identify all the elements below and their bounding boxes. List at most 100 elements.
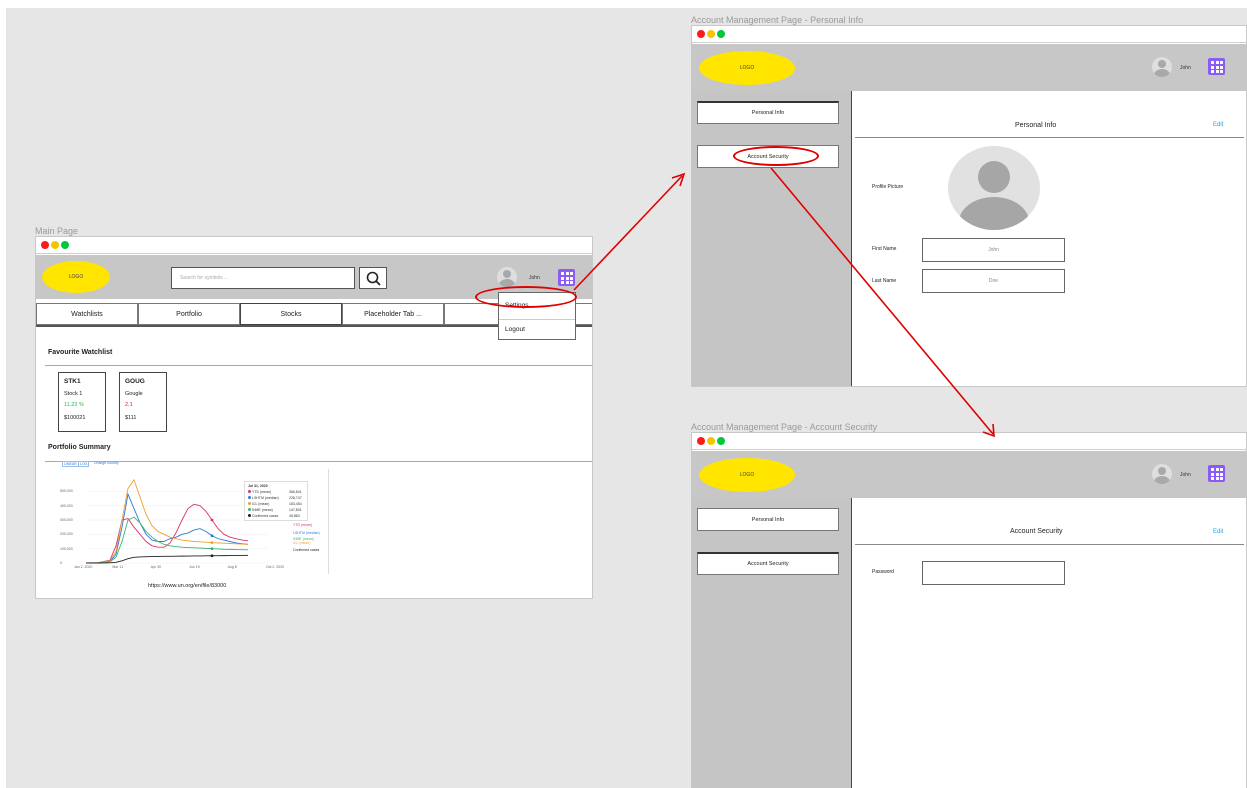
chart-control[interactable]: LOG xyxy=(78,461,90,467)
window-titlebar xyxy=(692,433,1246,450)
card-price: $111 xyxy=(125,415,137,421)
personal-page-label: Account Management Page - Personal Info xyxy=(691,15,864,25)
edit-link[interactable]: Edit xyxy=(1213,122,1223,128)
tooltip-row: LSHTM (median) xyxy=(248,496,279,500)
account-header: LOGO John xyxy=(692,451,1246,498)
minimize-window-dot[interactable] xyxy=(707,437,715,445)
chart-tooltip: Jul 31, 2020 YTD (mean) 366,841 LSHTM (medi… xyxy=(244,481,308,521)
series-end-label: Confirmed cases xyxy=(293,548,320,552)
profile-picture-label: Profile Picture xyxy=(872,184,904,190)
security-page-frame: LOGO John Personal Info Account Security… xyxy=(691,432,1247,788)
apps-grid-icon[interactable] xyxy=(558,269,575,286)
sidebar-item-personal-info[interactable]: Personal Info xyxy=(697,508,839,531)
logo[interactable]: LOGO xyxy=(699,51,795,85)
series-line-1 xyxy=(85,492,249,564)
card-change: 11.23 % xyxy=(64,402,84,408)
y-tick-label: 500,000 xyxy=(60,489,73,494)
password-label: Password xyxy=(872,569,894,575)
series-end-label: LSHTM (median) xyxy=(293,531,320,535)
user-avatar[interactable] xyxy=(1152,57,1172,77)
watchlist-card-goug[interactable]: GOUG Gougle 2.1 $111 xyxy=(119,372,167,432)
series-point-3 xyxy=(210,547,214,551)
x-tick-label: Jun 19 xyxy=(189,565,200,569)
last-name-label: Last Name xyxy=(872,278,897,284)
tab-portfolio[interactable]: Portfolio xyxy=(138,303,240,325)
legend-dot xyxy=(248,514,251,517)
panel-divider xyxy=(855,544,1244,545)
legend-dot xyxy=(248,490,251,493)
username: John xyxy=(529,275,540,281)
card-name: Stock 1 xyxy=(64,391,83,397)
watchlist-title: Favourite Watchlist xyxy=(48,349,113,356)
settings-highlight-ellipse xyxy=(475,286,577,308)
apps-grid-icon[interactable] xyxy=(1208,465,1225,482)
personal-page-frame: LOGO John Personal Info Account Security… xyxy=(691,25,1247,387)
account-sidebar: Personal Info Account Security xyxy=(692,498,852,788)
search-icon xyxy=(366,271,381,286)
close-window-dot[interactable] xyxy=(41,241,49,249)
series-point-2 xyxy=(210,541,214,545)
card-name: Gougle xyxy=(125,391,143,397)
series-point-4 xyxy=(210,554,214,558)
maximize-window-dot[interactable] xyxy=(717,30,725,38)
tooltip-value: 366,841 xyxy=(289,490,302,494)
first-name-field[interactable]: John xyxy=(922,238,1065,262)
user-avatar[interactable] xyxy=(497,267,517,287)
logo[interactable]: LOGO xyxy=(699,458,795,492)
chart-control[interactable]: LINEAR xyxy=(62,461,79,467)
tooltip-label: LSHTM (median) xyxy=(252,496,279,500)
series-line-2 xyxy=(85,478,249,564)
last-name-field[interactable]: Doe xyxy=(922,269,1065,293)
series-line-0 xyxy=(85,503,249,564)
password-field[interactable] xyxy=(922,561,1065,585)
window-titlebar xyxy=(36,237,592,254)
canvas: Main Page LOGO Search for symbols ... Jo… xyxy=(6,8,1247,788)
search-input[interactable]: Search for symbols ... xyxy=(171,267,355,289)
profile-picture-avatar[interactable] xyxy=(948,146,1040,230)
tab-stocks[interactable]: Stocks xyxy=(240,303,342,325)
x-tick-label: Jan 2, 2020 xyxy=(74,565,93,569)
close-window-dot[interactable] xyxy=(697,437,705,445)
sidebar-item-personal-info[interactable]: Personal Info xyxy=(697,101,839,124)
minimize-window-dot[interactable] xyxy=(707,30,715,38)
sidebar-item-account-security[interactable]: Account Security xyxy=(697,552,839,575)
search-button[interactable] xyxy=(359,267,387,289)
menu-logout[interactable]: Logout xyxy=(499,319,575,339)
account-sidebar: Personal Info Account Security xyxy=(692,91,852,386)
tab-placeholder[interactable]: Placeholder Tab ... xyxy=(342,303,444,325)
tooltip-label: ICL (mean) xyxy=(252,502,270,506)
card-price: $100021 xyxy=(64,415,86,421)
logo[interactable]: LOGO xyxy=(42,261,110,293)
tooltip-value: 45,863 xyxy=(289,514,300,518)
chart-divider xyxy=(328,469,329,574)
security-page-label: Account Management Page - Account Securi… xyxy=(691,422,878,432)
tooltip-label: Confirmed cases xyxy=(252,514,279,518)
tooltip-row: ICL (mean) xyxy=(248,502,269,506)
watchlist-card-stk1[interactable]: STK1 Stock 1 11.23 % $100021 xyxy=(58,372,106,432)
series-end-label: YTD (mean) xyxy=(293,523,313,527)
y-tick-label: 300,000 xyxy=(60,518,73,522)
edit-link[interactable]: Edit xyxy=(1213,529,1223,535)
minimize-window-dot[interactable] xyxy=(51,241,59,249)
tooltip-row: Confirmed cases xyxy=(248,514,278,518)
x-tick-label: Mar 11 xyxy=(112,565,124,569)
apps-grid-icon[interactable] xyxy=(1208,58,1225,75)
close-window-dot[interactable] xyxy=(697,30,705,38)
user-avatar[interactable] xyxy=(1152,464,1172,484)
username: John xyxy=(1180,472,1191,478)
panel-title: Personal Info xyxy=(1015,122,1057,129)
series-point-1 xyxy=(210,534,214,538)
x-tick-label: Apr 30 xyxy=(150,565,162,569)
legend-dot xyxy=(248,508,251,511)
maximize-window-dot[interactable] xyxy=(61,241,69,249)
tooltip-value: 228,747 xyxy=(289,496,302,500)
tooltip-row: YTD (mean) xyxy=(248,490,271,494)
panel-divider xyxy=(855,137,1244,138)
chart-control[interactable]: Change country xyxy=(94,461,119,465)
tab-watchlists[interactable]: Watchlists xyxy=(36,303,138,325)
maximize-window-dot[interactable] xyxy=(717,437,725,445)
y-tick-label: 100,000 xyxy=(60,546,73,551)
y-tick-label: 200,000 xyxy=(60,532,73,537)
card-symbol: STK1 xyxy=(64,378,81,385)
tooltip-label: IHME (mean) xyxy=(252,508,273,512)
